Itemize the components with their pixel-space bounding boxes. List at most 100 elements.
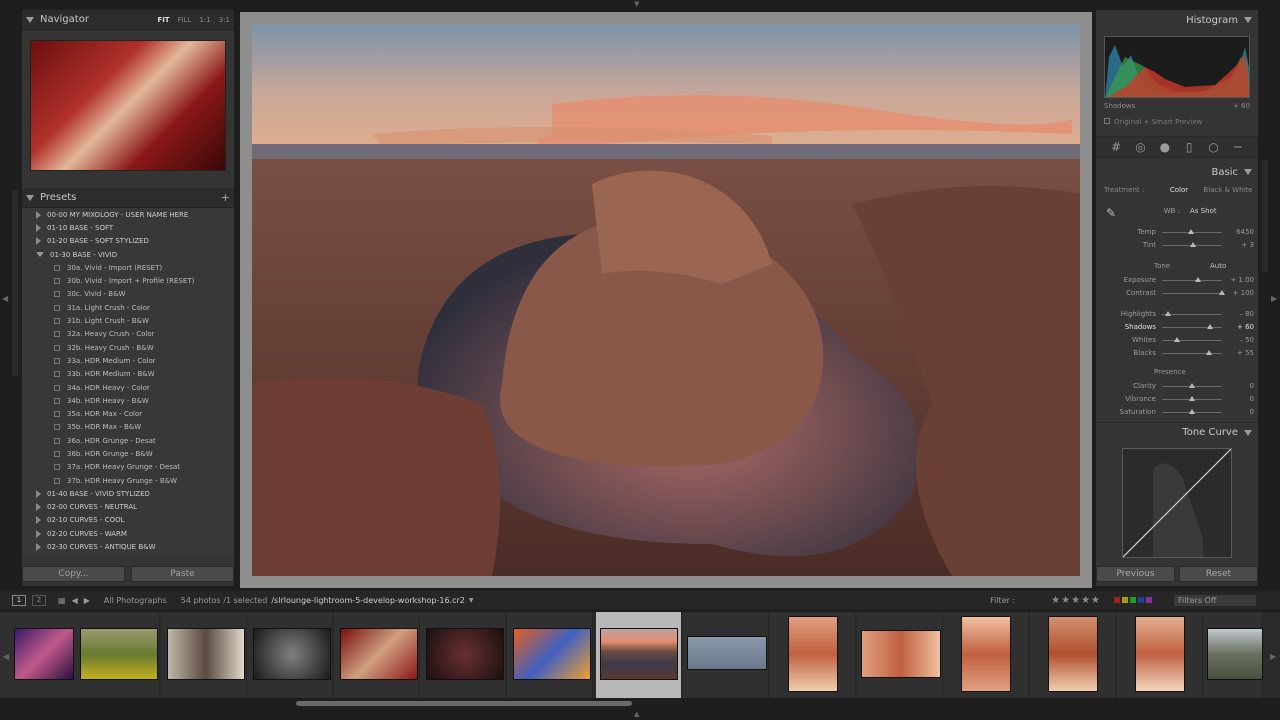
slider-temp[interactable]: Temp 6450: [1096, 226, 1258, 238]
smart-preview-status[interactable]: Original + Smart Preview: [1104, 118, 1202, 126]
slider-whites[interactable]: Whites – 50: [1096, 334, 1258, 346]
slider-value[interactable]: 6450: [1224, 228, 1254, 236]
presets-header[interactable]: Presets +: [22, 188, 234, 208]
graduated-filter-icon[interactable]: ▯: [1182, 140, 1196, 154]
slider-track[interactable]: [1162, 336, 1222, 342]
slider-vibrance[interactable]: Vibrance 0: [1096, 393, 1258, 405]
slider-value[interactable]: + 60: [1224, 323, 1254, 331]
treatment-color-option[interactable]: Color: [1158, 186, 1200, 194]
slider-knob[interactable]: [1174, 336, 1180, 342]
preset-item[interactable]: 31b. Light Crush - B&W: [22, 314, 234, 327]
thumbnail[interactable]: [1048, 616, 1098, 692]
slider-knob[interactable]: [1189, 382, 1195, 388]
filmstrip-cell[interactable]: [334, 612, 420, 698]
preset-item[interactable]: 34b. HDR Heavy - B&W: [22, 394, 234, 407]
slider-value[interactable]: + 100: [1224, 289, 1254, 297]
filename-label[interactable]: /slrlounge-lightroom-5-develop-workshop-…: [271, 596, 465, 605]
slider-value[interactable]: + 55: [1224, 349, 1254, 357]
slider-track[interactable]: [1162, 349, 1222, 355]
slider-track[interactable]: [1162, 323, 1222, 329]
filmstrip-cell[interactable]: [683, 612, 769, 698]
slider-track[interactable]: [1162, 310, 1222, 316]
histogram-header[interactable]: Histogram: [1096, 10, 1258, 30]
top-panel-toggle-icon[interactable]: ▼: [634, 0, 639, 8]
filmstrip-cell[interactable]: [857, 612, 943, 698]
preset-item[interactable]: 32b. Heavy Crush - B&W: [22, 341, 234, 354]
thumbnail[interactable]: [513, 628, 591, 680]
page-1-button[interactable]: 1: [12, 594, 26, 606]
navigator-header[interactable]: Navigator FIT FILL 1:1 3:1: [22, 10, 234, 30]
zoom-fill[interactable]: FILL: [178, 16, 192, 24]
forward-arrow-icon[interactable]: ▶: [84, 596, 90, 605]
filmstrip-cell[interactable]: [247, 612, 333, 698]
yellow-swatch[interactable]: [1122, 597, 1128, 603]
thumbnail[interactable]: [253, 628, 331, 680]
slider-knob[interactable]: [1189, 408, 1195, 414]
right-panel-toggle-icon[interactable]: ▶: [1271, 294, 1277, 303]
preset-folder[interactable]: 02-20 CURVES - WARM: [22, 527, 234, 540]
preset-folder[interactable]: 02-10 CURVES - COOL: [22, 514, 234, 527]
tone-curve-graph[interactable]: [1122, 448, 1232, 558]
preset-item[interactable]: 35b. HDR Max - B&W: [22, 421, 234, 434]
main-photo[interactable]: [252, 24, 1080, 576]
left-panel-toggle-icon[interactable]: ◀: [2, 294, 8, 303]
preset-item[interactable]: 36a. HDR Grunge - Desat: [22, 434, 234, 447]
rating-filter[interactable]: ★ ★ ★ ★ ★: [1051, 595, 1100, 606]
previous-button[interactable]: Previous: [1096, 566, 1175, 582]
slider-clarity[interactable]: Clarity 0: [1096, 380, 1258, 392]
slider-track[interactable]: [1162, 382, 1222, 388]
blue-swatch[interactable]: [1138, 597, 1144, 603]
preset-item[interactable]: 30b. Vivid - Import + Profile (RESET): [22, 274, 234, 287]
zoom-3-1[interactable]: 3:1: [219, 16, 230, 24]
thumbnail[interactable]: [1135, 616, 1185, 692]
preset-item[interactable]: 30a. Vivid - Import (RESET): [22, 261, 234, 274]
filmstrip-cell-selected[interactable]: [596, 612, 682, 698]
filmstrip-cell[interactable]: [1030, 612, 1116, 698]
preset-item[interactable]: 36b. HDR Grunge - B&W: [22, 447, 234, 460]
preset-item[interactable]: 37b. HDR Heavy Grunge - B&W: [22, 474, 234, 487]
basic-header[interactable]: Basic: [1096, 162, 1258, 182]
tone-curve-header[interactable]: Tone Curve: [1096, 422, 1258, 442]
slider-value[interactable]: 0: [1224, 408, 1254, 416]
slider-track[interactable]: [1162, 241, 1222, 247]
filmstrip-scrollbar[interactable]: [296, 701, 632, 706]
slider-exposure[interactable]: Exposure + 1.00: [1096, 274, 1258, 286]
green-swatch[interactable]: [1130, 597, 1136, 603]
preset-item[interactable]: 35a. HDR Max - Color: [22, 407, 234, 420]
slider-knob[interactable]: [1165, 310, 1171, 316]
slider-track[interactable]: [1162, 395, 1222, 401]
slider-knob[interactable]: [1219, 289, 1225, 295]
source-label[interactable]: All Photographs: [104, 596, 167, 605]
chevron-down-icon[interactable]: ▼: [469, 597, 474, 604]
navigator-preview[interactable]: [30, 40, 226, 171]
slider-knob[interactable]: [1187, 228, 1194, 234]
slider-blacks[interactable]: Blacks + 55: [1096, 347, 1258, 359]
thumbnail[interactable]: [861, 630, 941, 678]
filmstrip-cell[interactable]: [161, 612, 247, 698]
slider-value[interactable]: – 80: [1224, 310, 1254, 318]
wb-dropdown[interactable]: As Shot: [1184, 207, 1217, 215]
slider-shadows[interactable]: Shadows + 60: [1096, 321, 1258, 333]
auto-tone-button[interactable]: Auto: [1210, 262, 1226, 270]
preset-item[interactable]: 30c. Vivid - B&W: [22, 288, 234, 301]
thumbnail[interactable]: [788, 616, 838, 692]
preset-folder[interactable]: 01-40 BASE - VIVID STYLIZED: [22, 487, 234, 500]
star-icon[interactable]: ★: [1071, 595, 1080, 606]
thumbnail[interactable]: [14, 628, 74, 680]
star-icon[interactable]: ★: [1061, 595, 1070, 606]
slider-tint[interactable]: Tint + 3: [1096, 239, 1258, 251]
preset-item[interactable]: 33a. HDR Medium - Color: [22, 354, 234, 367]
slider-value[interactable]: – 50: [1224, 336, 1254, 344]
spot-removal-icon[interactable]: ◎: [1133, 140, 1147, 154]
slider-track[interactable]: [1162, 289, 1225, 295]
star-icon[interactable]: ★: [1091, 595, 1100, 606]
slider-value[interactable]: 0: [1224, 395, 1254, 403]
red-eye-icon[interactable]: ●: [1158, 140, 1172, 154]
purple-swatch[interactable]: [1146, 597, 1152, 603]
add-preset-icon[interactable]: +: [221, 191, 230, 204]
treatment-bw-option[interactable]: Black & White: [1200, 186, 1256, 194]
filmstrip-right-arrow-icon[interactable]: ▶: [1270, 652, 1276, 661]
filmstrip-cell[interactable]: [507, 612, 593, 698]
adjustment-brush-icon[interactable]: ─: [1231, 140, 1245, 154]
slider-saturation[interactable]: Saturation 0: [1096, 406, 1258, 418]
